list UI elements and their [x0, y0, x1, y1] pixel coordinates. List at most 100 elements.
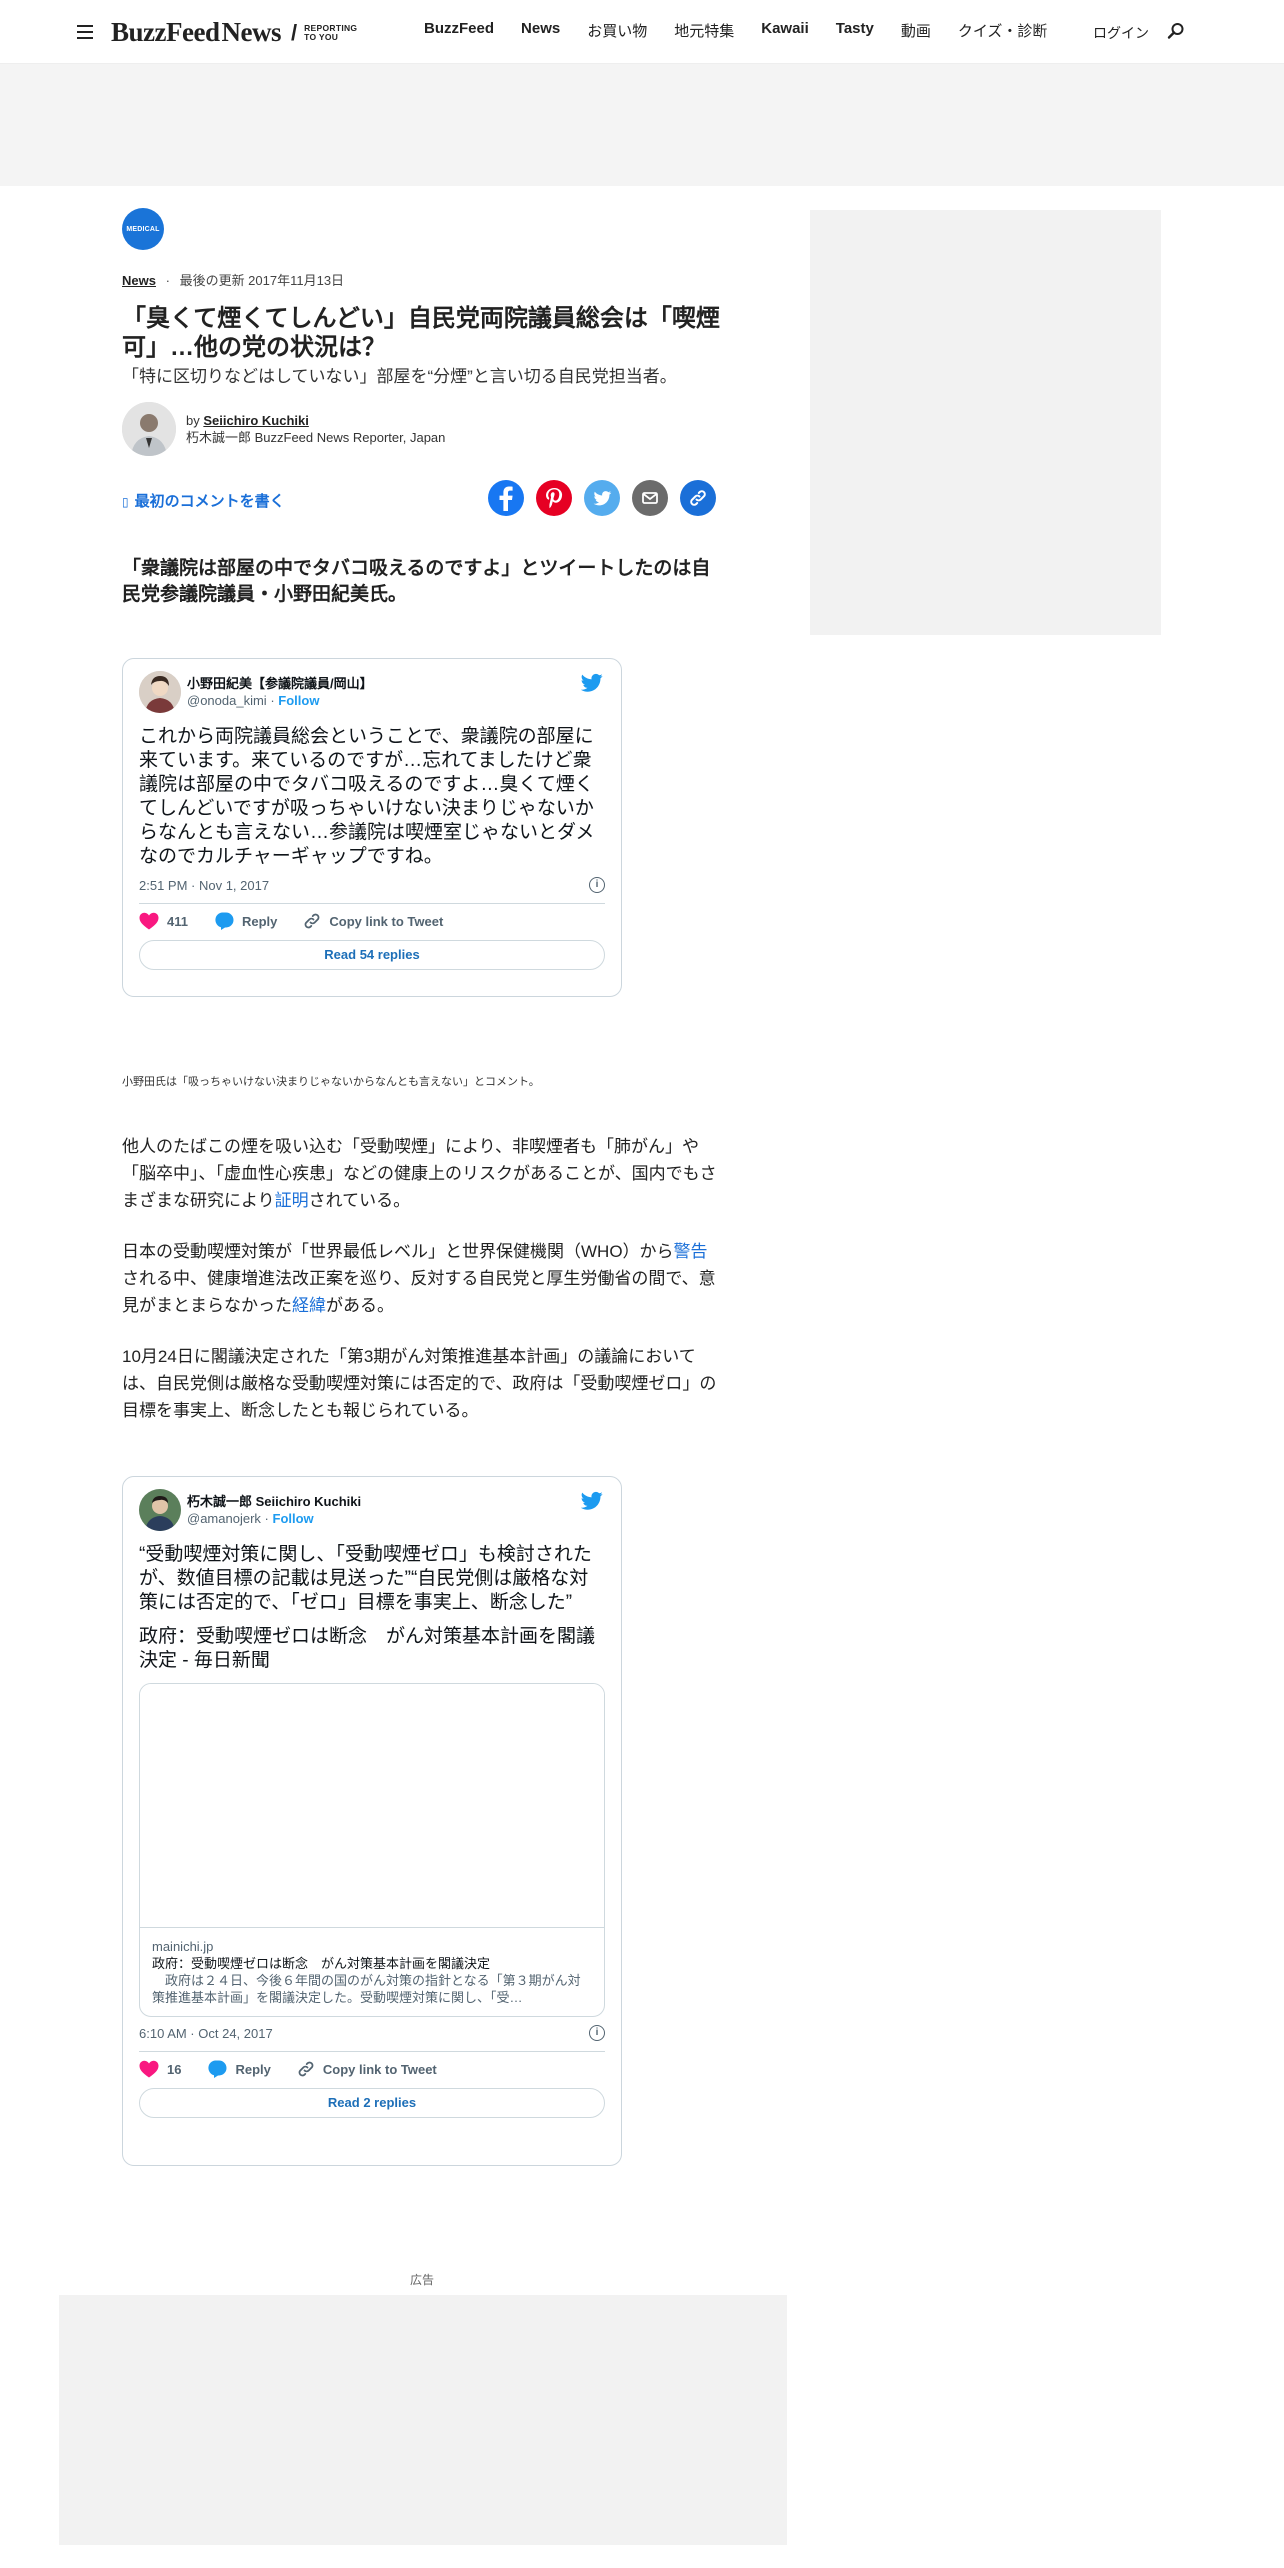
- copy-link-button[interactable]: Copy link to Tweet: [303, 912, 443, 930]
- link-icon: [305, 913, 320, 929]
- site-header: BuzzFeed News / REPORTING TO YOU BuzzFeed…: [0, 0, 1284, 64]
- updated-date: 最後の更新 2017年11月13日: [179, 273, 345, 288]
- read-replies-button[interactable]: Read 2 replies: [139, 2088, 605, 2118]
- tweet-author-name[interactable]: 小野田紀美【参議院議員/岡山】: [187, 675, 373, 692]
- tweet-text-link-title: 政府：受動喫煙ゼロは断念 がん対策基本計画を閣議決定 - 毎日新聞: [139, 1626, 596, 1671]
- tweet-timestamp[interactable]: 6:10 AM · Oct 24, 2017: [139, 2026, 273, 2041]
- ad-label: 広告: [409, 2273, 434, 2287]
- byline-text: by Seiichiro Kuchiki 朽木誠一郎 BuzzFeed News…: [186, 412, 445, 446]
- nav-item-video[interactable]: 動画: [901, 20, 931, 41]
- warning-link[interactable]: 警告: [674, 1242, 708, 1261]
- nav-item-shopping[interactable]: お買い物: [587, 20, 647, 41]
- copy-link-icon[interactable]: [680, 480, 716, 516]
- nav-item-kawaii[interactable]: Kawaii: [761, 20, 809, 41]
- like-button[interactable]: 16: [139, 2060, 181, 2078]
- comment-link-label: 最初のコメントを書く: [134, 493, 285, 510]
- nav-item-buzzfeed[interactable]: BuzzFeed: [424, 20, 494, 41]
- evidence-link[interactable]: 証明: [275, 1191, 309, 1210]
- tweet-header: 小野田紀美【参議院議員/岡山】 @onoda_kimi · Follow: [139, 671, 605, 713]
- reply-button[interactable]: Reply: [214, 912, 277, 930]
- reply-bubble-icon: [208, 2060, 227, 2078]
- tweet-text: “受動喫煙対策に関し、「受動喫煙ゼロ」も検討されたが、数値目標の記載は見送った”…: [139, 1544, 592, 1613]
- reply-button[interactable]: Reply: [207, 2060, 271, 2078]
- follow-link[interactable]: Follow: [278, 693, 319, 708]
- like-count: 16: [167, 2061, 182, 2077]
- copy-link-label: Copy link to Tweet: [329, 913, 444, 929]
- tweet-handle[interactable]: @amanojerk: [187, 1511, 261, 1526]
- comment-icon: ▯: [122, 495, 129, 509]
- article-title: 「臭くて煙くてしんどい」自民党両院議員総会は「喫煙可」…他の党の状況は？: [122, 305, 720, 361]
- tweet-author: 小野田紀美【参議院議員/岡山】 @onoda_kimi · Follow: [187, 675, 373, 708]
- author-title: 朽木誠一郎 BuzzFeed News Reporter, Japan: [186, 430, 446, 445]
- login-link[interactable]: ログイン: [1093, 23, 1149, 43]
- info-icon[interactable]: i: [589, 877, 605, 893]
- follow-link[interactable]: Follow: [273, 1511, 314, 1526]
- comment-link[interactable]: ▯ 最初のコメントを書く: [122, 490, 285, 511]
- paragraph: 他人のたばこの煙を吸い込む「受動喫煙」により、非喫煙者も「肺がん」や「脳卒中」、…: [122, 1137, 717, 1210]
- paragraph: 10月24日に閣議決定された「第3期がん対策推進基本計画」の議論においては、自民…: [122, 1347, 717, 1420]
- reply-label: Reply: [235, 2061, 271, 2077]
- twitter-bird-icon[interactable]: [580, 673, 603, 693]
- like-button[interactable]: 411: [139, 912, 188, 930]
- article-actions: ▯ 最初のコメントを書く: [122, 478, 722, 518]
- byline-prefix: by: [186, 413, 200, 428]
- tweet-avatar[interactable]: [139, 671, 181, 713]
- article-body: 他人のたばこの煙を吸い込む「受動喫煙」により、非喫煙者も「肺がん」や「脳卒中」、…: [122, 1133, 722, 1424]
- author-name[interactable]: Seiichiro Kuchiki: [203, 413, 308, 428]
- twitter-bird-icon[interactable]: [580, 1491, 603, 1511]
- background-link[interactable]: 経緯: [292, 1296, 326, 1315]
- nav-item-quiz[interactable]: クイズ・診断: [958, 20, 1048, 41]
- link-icon: [298, 2061, 314, 2077]
- heart-icon: [139, 912, 159, 930]
- link-card-body: mainichi.jp 政府：受動喫煙ゼロは断念 がん対策基本計画を閣議決定 政…: [140, 1928, 604, 2016]
- article-subheading: 「衆議院は部屋の中でタバコ吸えるのですよ」とツイートしたのは自民党参議院議員・小…: [122, 558, 711, 605]
- tweet-handle[interactable]: @onoda_kimi: [187, 693, 267, 708]
- article-meta: News · 最後の更新 2017年11月13日: [122, 270, 722, 289]
- paragraph: 日本の受動喫煙対策が「世界最低レベル」と世界保健機関（WHO）から警告される中、…: [122, 1242, 716, 1315]
- search-icon[interactable]: [1167, 22, 1185, 40]
- pinterest-share-icon[interactable]: [536, 480, 572, 516]
- tweet-timestamp-row: 6:10 AM · Oct 24, 2017 i: [139, 2025, 605, 2041]
- tweet-author-name[interactable]: 朽木誠一郎 Seiichiro Kuchiki: [187, 1493, 361, 1510]
- link-card-domain: mainichi.jp: [152, 1939, 214, 1954]
- meta-dot: ·: [165, 273, 170, 288]
- copy-link-button[interactable]: Copy link to Tweet: [297, 2060, 437, 2078]
- reply-label: Reply: [241, 913, 278, 929]
- twitter-share-icon[interactable]: [584, 480, 620, 516]
- embedded-tweet[interactable]: 小野田紀美【参議院議員/岡山】 @onoda_kimi · Follow これか…: [122, 658, 622, 997]
- tweet-caption: 小野田氏は「吸っちゃいけない決まりじゃないからなんとも言えない」とコメント。: [122, 1076, 540, 1088]
- tweet-timestamp[interactable]: 2:51 PM · Nov 1, 2017: [139, 878, 269, 893]
- link-card-image: [140, 1684, 604, 1928]
- like-count: 411: [167, 913, 188, 929]
- author-avatar[interactable]: [122, 402, 176, 456]
- logo-news: News: [221, 17, 281, 47]
- nav-item-tasty[interactable]: Tasty: [836, 20, 874, 41]
- article-dek: 「特に区切りなどはしていない」部屋を“分煙”と言い切る自民党担当者。: [122, 367, 677, 386]
- link-card-title: 政府：受動喫煙ゼロは断念 がん対策基本計画を閣議決定: [152, 1956, 491, 1971]
- link-card-description: 政府は２４日、今後６年間の国のがん対策の指針となる「第３期がん対策推進基本計画」…: [152, 1973, 581, 2005]
- nav-item-local[interactable]: 地元特集: [674, 20, 734, 41]
- embedded-tweet[interactable]: 朽木誠一郎 Seiichiro Kuchiki @amanojerk · Fol…: [122, 1476, 622, 2166]
- buzzfeed-news-logo[interactable]: BuzzFeed News / REPORTING TO YOU: [111, 17, 357, 48]
- tweet-divider: [139, 2051, 605, 2052]
- tweet-divider: [139, 903, 605, 904]
- nav-item-news[interactable]: News: [521, 20, 560, 41]
- email-share-icon[interactable]: [632, 480, 668, 516]
- read-replies-button[interactable]: Read 54 replies: [139, 940, 605, 970]
- main-nav: BuzzFeed News お買い物 地元特集 Kawaii Tasty 動画 …: [424, 20, 1074, 41]
- link-card[interactable]: mainichi.jp 政府：受動喫煙ゼロは断念 がん対策基本計画を閣議決定 政…: [139, 1683, 605, 2017]
- logo-slash: /: [290, 19, 298, 45]
- medical-badge[interactable]: MEDICAL: [122, 208, 164, 250]
- copy-link-label: Copy link to Tweet: [322, 2061, 437, 2077]
- tweet-avatar[interactable]: [139, 1489, 181, 1531]
- article: MEDICAL News · 最後の更新 2017年11月13日 「臭くて煙くて…: [122, 208, 722, 2166]
- menu-icon[interactable]: [77, 25, 93, 39]
- reply-bubble-icon: [215, 912, 234, 930]
- info-icon[interactable]: i: [589, 2025, 605, 2041]
- facebook-share-icon[interactable]: [488, 480, 524, 516]
- tweet-header: 朽木誠一郎 Seiichiro Kuchiki @amanojerk · Fol…: [139, 1489, 605, 1531]
- category-link[interactable]: News: [122, 273, 156, 288]
- tweet-timestamp-row: 2:51 PM · Nov 1, 2017 i: [139, 877, 605, 893]
- tweet-actions: 411 Reply Copy link to Tweet: [139, 912, 605, 930]
- sidebar-ad: [810, 210, 1161, 635]
